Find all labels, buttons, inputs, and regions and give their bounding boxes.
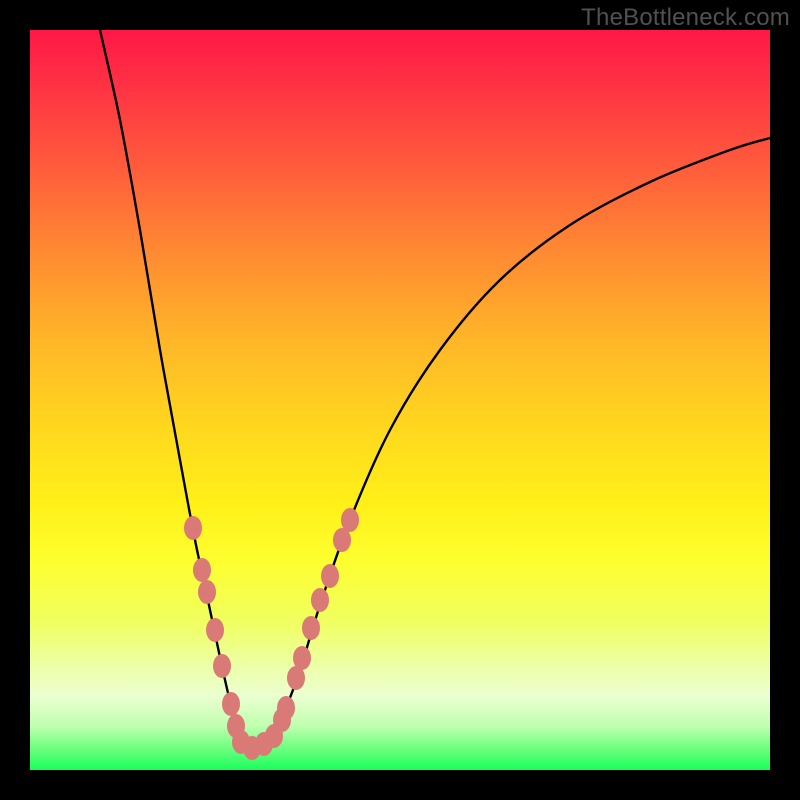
curve-path	[100, 30, 770, 750]
marker-dot	[193, 558, 211, 582]
bottleneck-curve	[30, 30, 770, 770]
marker-dot	[293, 646, 311, 670]
marker-dot	[198, 580, 216, 604]
plot-area	[30, 30, 770, 770]
marker-dot	[277, 696, 295, 720]
marker-dot	[302, 616, 320, 640]
marker-dot	[222, 692, 240, 716]
chart-frame: TheBottleneck.com	[0, 0, 800, 800]
marker-dot	[184, 516, 202, 540]
marker-dot	[213, 654, 231, 678]
marker-dot	[311, 588, 329, 612]
marker-dot	[321, 564, 339, 588]
watermark-label: TheBottleneck.com	[581, 4, 790, 32]
marker-dot	[341, 508, 359, 532]
highlight-markers	[184, 508, 359, 760]
marker-dot	[206, 618, 224, 642]
